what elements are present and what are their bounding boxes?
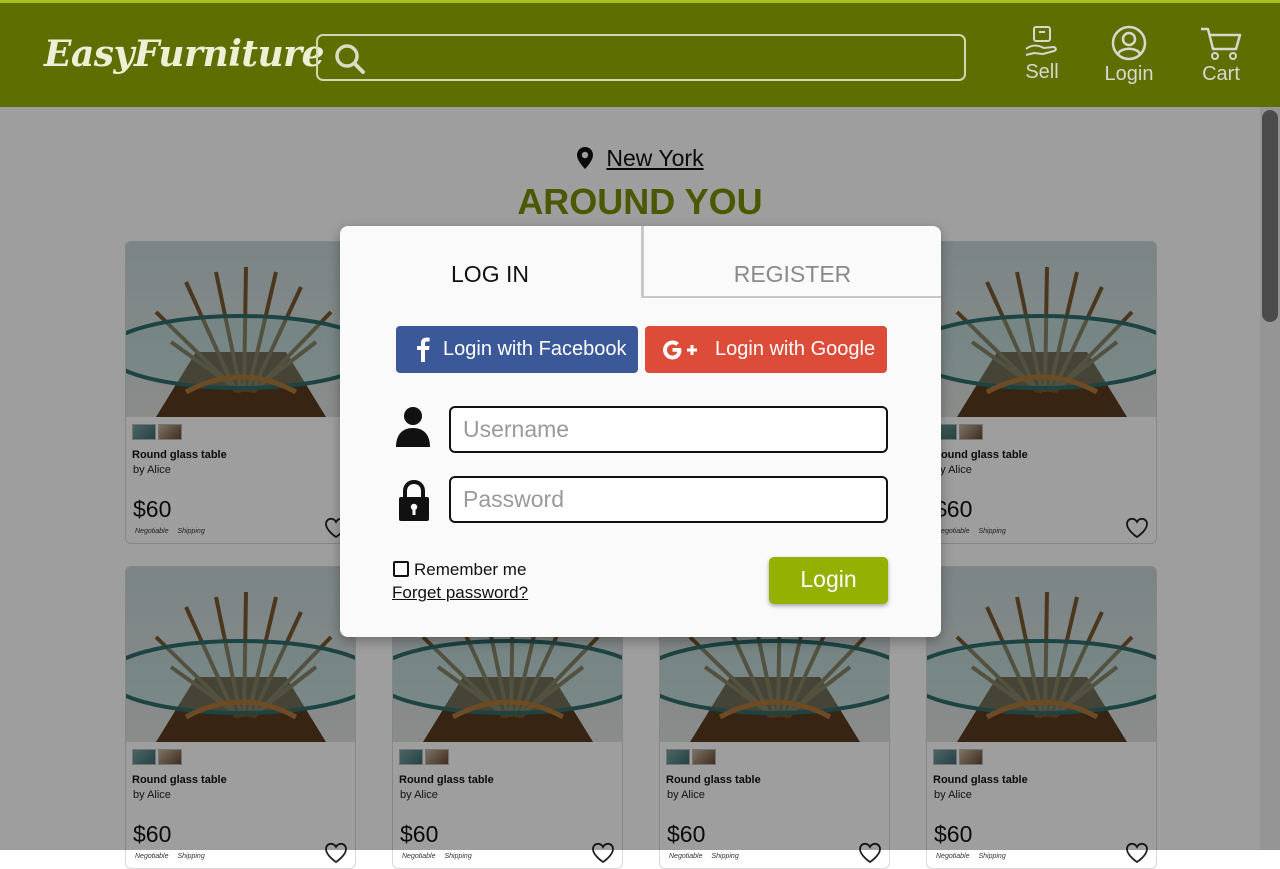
lock-icon: [399, 480, 429, 521]
facebook-login-label: Login with Facebook: [443, 338, 627, 360]
facebook-login-button[interactable]: Login with Facebook: [396, 326, 638, 373]
nav-cart[interactable]: Cart: [1181, 25, 1261, 86]
listing-tags: Negotiable Shipping: [936, 853, 1015, 860]
listing-tag-shipping: Shipping: [444, 853, 472, 860]
cart-icon: [1201, 27, 1242, 60]
remember-me[interactable]: Remember me: [393, 560, 526, 580]
listing-tags: Negotiable Shipping: [402, 853, 481, 860]
nav-sell-label: Sell: [1025, 61, 1059, 83]
listing-tag-shipping: Shipping: [978, 853, 1006, 860]
google-login-button[interactable]: Login with Google: [645, 326, 887, 373]
google-plus-icon: [663, 340, 697, 360]
listing-tags: Negotiable Shipping: [135, 853, 214, 860]
remember-me-label: Remember me: [414, 560, 527, 579]
user-circle-icon: [1111, 25, 1147, 61]
login-submit-button[interactable]: Login: [769, 557, 888, 604]
user-icon: [396, 407, 430, 447]
password-field[interactable]: [449, 476, 888, 523]
top-header: EasyFurniture Sell Login Cart: [0, 0, 1280, 107]
forgot-password-link[interactable]: Forget password?: [392, 583, 528, 603]
nav-sell[interactable]: Sell: [1002, 25, 1082, 84]
listing-tag-negotiable: Negotiable: [669, 853, 703, 860]
login-modal: LOG IN REGISTER Login with Facebook Logi…: [340, 226, 941, 637]
nav-cart-label: Cart: [1202, 63, 1240, 85]
username-field[interactable]: [449, 406, 888, 453]
tab-login[interactable]: LOG IN: [340, 226, 640, 298]
listing-tag-shipping: Shipping: [177, 853, 205, 860]
listing-tag-negotiable: Negotiable: [936, 853, 970, 860]
listing-tag-negotiable: Negotiable: [402, 853, 436, 860]
facebook-icon: [417, 337, 430, 362]
listing-tag-shipping: Shipping: [711, 853, 739, 860]
remember-me-checkbox[interactable]: [393, 561, 409, 577]
listing-tag-negotiable: Negotiable: [135, 853, 169, 860]
search-icon: [335, 44, 365, 74]
nav-login[interactable]: Login: [1089, 25, 1169, 86]
listing-tags: Negotiable Shipping: [669, 853, 748, 860]
sell-icon: [1025, 26, 1057, 56]
google-login-label: Login with Google: [715, 338, 876, 360]
tab-register[interactable]: REGISTER: [641, 226, 941, 298]
search-bar[interactable]: [316, 34, 966, 81]
site-logo[interactable]: EasyFurniture: [44, 33, 325, 75]
nav-login-label: Login: [1104, 63, 1154, 85]
